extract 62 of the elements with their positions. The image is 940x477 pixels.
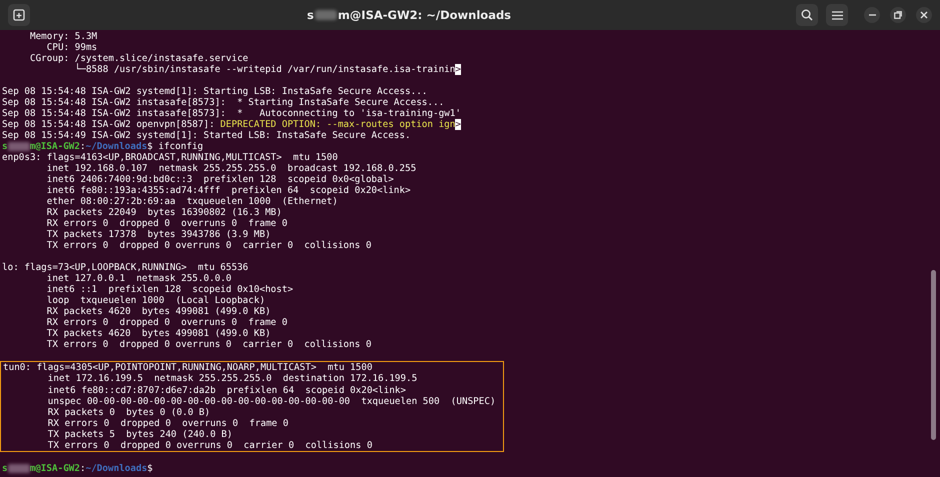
command-text: $ ifconfig [147, 141, 204, 152]
terminal-line: └─8588 /usr/sbin/instasafe --writepid /var/run/instasafe.isa-trainin> [74, 64, 462, 76]
minimize-button[interactable] [864, 7, 880, 23]
terminal-line: inet 172.16.199.5 netmask 255.255.255.0 destination 172.16.199.5 [46, 373, 418, 384]
terminal-line: CPU: 99ms [46, 42, 98, 54]
terminal-line: TX packets 5 bytes 240 (240.0 B) [46, 428, 234, 440]
prompt-user: m@ISA-GW2 [30, 462, 80, 474]
prompt-user: s [2, 462, 8, 474]
command-text: : [80, 462, 86, 474]
terminal-line: ether 08:00:27:2b:69:aa txqueuelen 1000 (Ethernet) [46, 196, 339, 208]
terminal-line: RX packets 0 bytes 0 (0.0 B) [46, 406, 212, 418]
minimize-icon [868, 14, 876, 16]
restore-icon [894, 11, 902, 19]
terminal-line: inet 127.0.0.1 netmask 255.0.0.0 [46, 273, 232, 284]
terminal-line: enp0s3: flags=4163<UP,BROADCAST,RUNNING,MULTICAST> mtu 1500 [2, 152, 339, 164]
terminal-line: inet6 2406:7400:9d:bd0c::3 prefixlen 128 scopeid 0x0<global> [46, 174, 395, 186]
terminal-line: CGroup: /system.slice/instasafe.service [28, 53, 250, 64]
prompt-path: ~/Downloads [86, 462, 148, 474]
terminal-line: RX errors 0 dropped 0 overruns 0 frame 0 [46, 317, 288, 328]
redaction-block [8, 142, 30, 152]
terminal-line: Sep 08 15:54:48 ISA-GW2 openvpn[8587]: DEPRECATED OPTION: --max-routes option ign> [2, 119, 462, 130]
terminal-line: TX errors 0 dropped 0 overruns 0 carrier 0 collisions 0 [46, 240, 372, 252]
prompt-user: s [2, 141, 8, 152]
terminal-line: lo: flags=73<UP,LOOPBACK,RUNNING> mtu 65536 [2, 262, 250, 274]
terminal-line: RX errors 0 dropped 0 overruns 0 frame 0 [46, 418, 290, 429]
command-text: : [80, 141, 86, 152]
menu-icon [832, 10, 842, 20]
restore-button[interactable] [890, 7, 906, 23]
terminal-line: RX packets 4620 bytes 499081 (499.0 KB) [46, 306, 272, 318]
prompt-path: ~/Downloads [86, 141, 148, 152]
terminal-line: TX errors 0 dropped 0 overruns 0 carrier 0 collisions 0 [46, 440, 374, 451]
terminal-line: inet6 fe80::cd7:8707:d6e7:da2b prefixlen 64 scopeid 0x20<link> [46, 384, 407, 396]
terminal-line: inet6 ::1 prefixlen 128 scopeid 0x10<host> [46, 284, 294, 296]
terminal-line: unspec 00-00-00-00-00-00-00-00-00-00-00-00-00-00-00-00 txqueuelen 500 (UNSPEC) [46, 396, 497, 407]
terminal-line: tun0: flags=4305<UP,POINTOPOINT,RUNNING,NOARP,MULTICAST> mtu 1500 [3, 362, 374, 374]
redaction-block [8, 464, 30, 473]
terminal-line: TX packets 17378 bytes 3943786 (3.9 MB) [46, 229, 272, 240]
terminal-line: TX packets 4620 bytes 499081 (499.0 KB) [46, 328, 272, 340]
close-button[interactable] [916, 7, 932, 23]
terminal-line: RX errors 0 dropped 0 overruns 0 frame 0 [46, 218, 288, 230]
terminal-line: Sep 08 15:54:48 ISA-GW2 systemd[1]: Starting LSB: InstaSafe Secure Access... [2, 86, 428, 98]
close-icon [920, 11, 928, 19]
terminal-line: RX packets 22049 bytes 16390802 (16.3 MB) [46, 207, 283, 218]
terminal-line: Sep 08 15:54:48 ISA-GW2 instasafe[8573]: * Starting InstaSafe Secure Access... [2, 97, 446, 108]
window-title: m@ISA-GW2: ~/Downloads [338, 8, 512, 22]
terminal-line: TX errors 0 dropped 0 overruns 0 carrier 0 collisions 0 [46, 339, 372, 350]
new-tab-icon [13, 9, 25, 21]
terminal-line: Memory: 5.3M [28, 31, 98, 42]
terminal-line: Sep 08 15:54:49 ISA-GW2 systemd[1]: Started LSB: InstaSafe Secure Access. [2, 130, 412, 142]
command-text: $ [147, 462, 153, 474]
terminal-line: inet6 fe80::193a:4355:ad74:4fff prefixlen 64 scopeid 0x20<link> [46, 185, 412, 196]
scrollbar-thumb[interactable] [931, 270, 936, 440]
menu-button[interactable] [826, 4, 848, 26]
terminal-line: inet 192.168.0.107 netmask 255.255.255.0 broadcast 192.168.0.255 [46, 163, 418, 174]
search-button[interactable] [796, 4, 818, 26]
terminal-line: Sep 08 15:54:48 ISA-GW2 instasafe[8573]: * Autoconnecting to 'isa-training-gw1' [2, 108, 462, 120]
prompt-user: m@ISA-GW2 [30, 141, 80, 152]
window-title: s [306, 8, 314, 22]
new-tab-button[interactable] [8, 4, 30, 26]
redaction-block [314, 10, 337, 20]
search-icon [801, 9, 813, 21]
terminal-line: loop txqueuelen 1000 (Local Loopback) [46, 295, 266, 306]
